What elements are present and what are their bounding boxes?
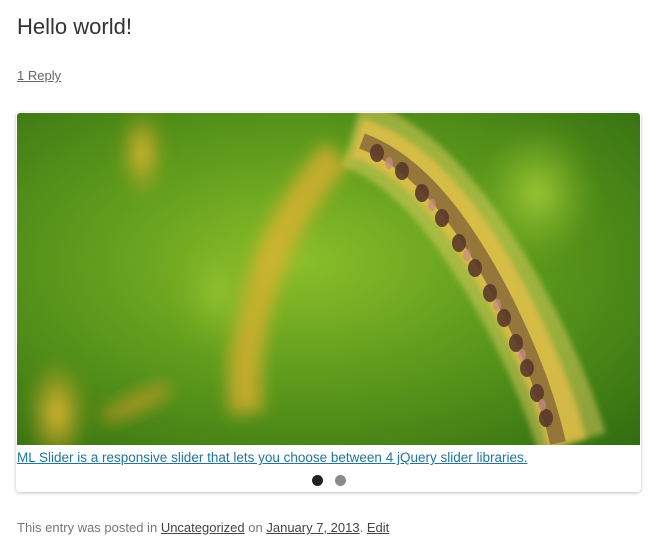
slide-dot-2[interactable] (334, 475, 346, 486)
slide-image[interactable] (17, 113, 640, 445)
meta-separator: . (359, 520, 364, 535)
slide-dot-1[interactable] (311, 475, 323, 486)
slider-pagination (16, 475, 641, 487)
date-link[interactable]: January 7, 2013 (266, 520, 359, 535)
edit-link[interactable]: Edit (367, 520, 389, 535)
post-title[interactable]: Hello world! (17, 13, 132, 41)
meta-on: on (248, 520, 263, 535)
reply-link[interactable]: 1 Reply (17, 68, 61, 84)
meta-prefix: This entry was posted in (17, 520, 158, 535)
entry-meta: This entry was posted in Uncategorized o… (17, 520, 389, 536)
slide-caption-link[interactable]: ML Slider is a responsive slider that le… (17, 449, 528, 467)
image-slider: ML Slider is a responsive slider that le… (16, 112, 641, 492)
category-link[interactable]: Uncategorized (161, 520, 245, 535)
